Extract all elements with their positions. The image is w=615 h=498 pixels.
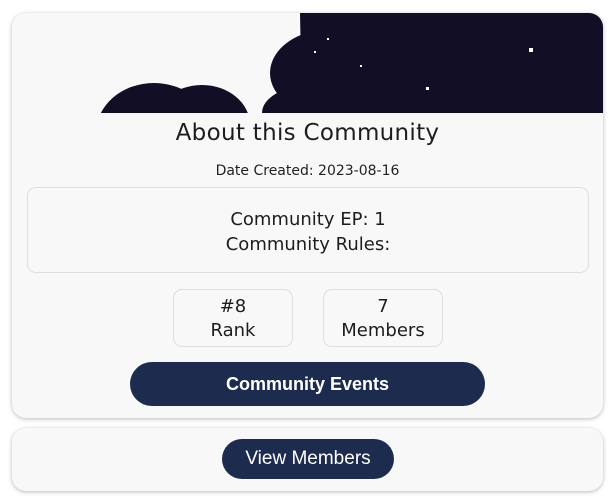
banner-star — [360, 65, 362, 67]
community-ep: Community EP: 1 — [230, 209, 386, 230]
rank-value: #8 — [219, 296, 247, 317]
community-info-box: Community EP: 1 Community Rules: — [27, 187, 589, 273]
members-stat: 7 Members — [323, 289, 443, 347]
banner-star — [529, 48, 533, 52]
view-members-button[interactable]: View Members — [222, 439, 394, 479]
banner-star — [314, 51, 316, 53]
members-count: 7 — [377, 296, 389, 317]
community-rules: Community Rules: — [225, 234, 391, 255]
rank-stat: #8 Rank — [173, 289, 293, 347]
view-members-card: View Members — [12, 428, 603, 491]
banner-star — [426, 87, 429, 90]
community-banner-image — [12, 13, 603, 113]
date-created: Date Created: 2023-08-16 — [215, 163, 400, 179]
rank-label: Rank — [210, 320, 256, 341]
about-community-card: About this Community Date Created: 2023-… — [12, 13, 603, 418]
community-events-button[interactable]: Community Events — [130, 362, 485, 406]
banner-star — [327, 38, 329, 40]
banner-night-sky — [300, 13, 603, 113]
community-title: About this Community — [175, 120, 440, 146]
members-label: Members — [341, 320, 425, 341]
